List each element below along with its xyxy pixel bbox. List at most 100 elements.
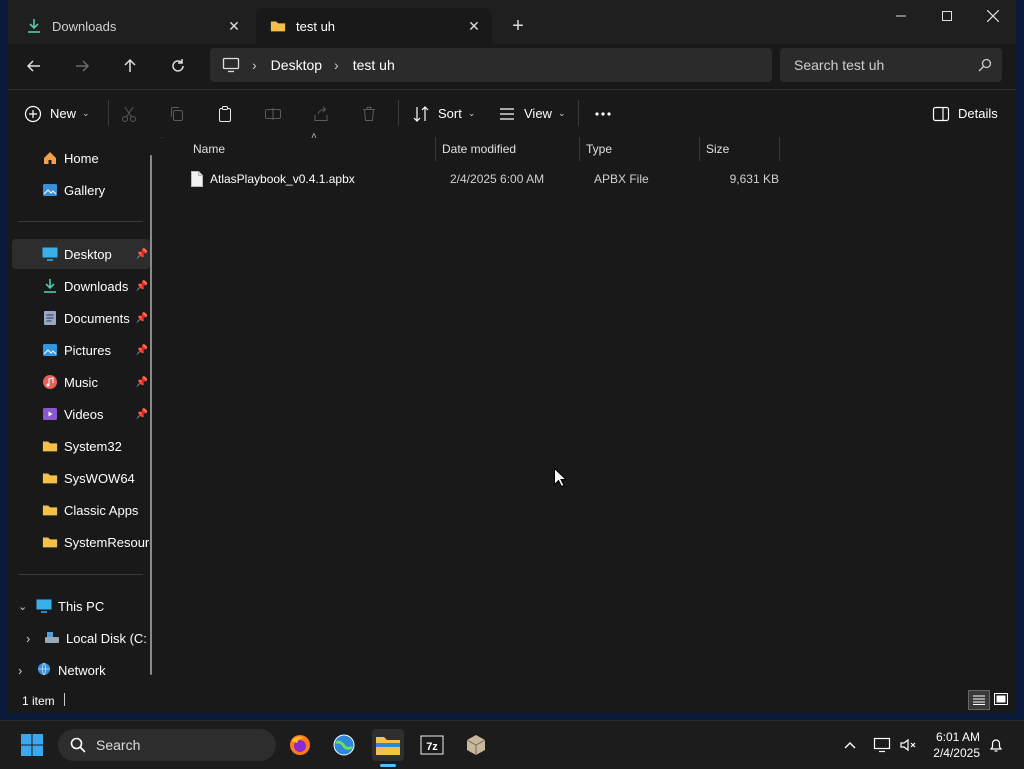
column-header-type[interactable]: Type [586,137,612,161]
search-input[interactable]: Search test uh [794,57,978,73]
sidebar-item-network[interactable]: › Network [12,655,150,685]
breadcrumb-test-uh[interactable]: test uh [353,57,395,73]
column-header-size[interactable]: Size [706,137,729,161]
file-explorer-window: Downloads ✕ test uh ✕ + › Desktop › test… [8,0,1016,713]
sidebar-item-local-disk[interactable]: › Local Disk (C: [12,623,150,653]
column-divider[interactable] [435,137,436,161]
7zip-icon[interactable]: 7z [416,729,448,761]
status-divider [64,693,65,706]
search-box[interactable]: Search test uh [780,48,1002,82]
sidebar-item-downloads[interactable]: Downloads 📌 [12,271,150,301]
notification-bell-icon[interactable] [982,729,1010,761]
browser-globe-icon[interactable] [328,729,360,761]
search-icon [978,58,992,72]
table-row[interactable]: AtlasPlaybook_v0.4.1.apbx 2/4/2025 6:00 … [181,167,781,191]
rename-button[interactable] [264,90,282,137]
new-button[interactable]: New ⌄ [24,90,90,137]
sort-label: Sort [438,106,462,121]
rename-icon [264,105,282,123]
view-label: View [524,106,552,121]
sidebar-item-documents[interactable]: Documents 📌 [12,303,150,333]
view-button[interactable]: View ⌄ [498,90,566,137]
volume-muted-icon[interactable] [894,729,922,761]
start-button[interactable] [16,729,48,761]
package-box-icon[interactable] [460,729,492,761]
search-icon [70,737,86,753]
sidebar-item-home[interactable]: Home [12,143,150,173]
gallery-icon [42,182,58,198]
refresh-button[interactable] [162,50,194,82]
delete-button[interactable] [360,90,378,137]
pin-icon: 📌 [135,344,148,356]
navigation-bar: › Desktop › test uh Search test uh [8,44,1016,88]
close-icon[interactable]: ✕ [460,12,488,40]
tab-test-uh[interactable]: test uh ✕ [256,8,492,44]
videos-icon [42,406,58,422]
sidebar-item-videos[interactable]: Videos 📌 [12,399,150,429]
sidebar-item-desktop[interactable]: Desktop 📌 [12,239,150,269]
network-status-icon[interactable] [868,729,896,761]
trash-icon [360,105,378,123]
sidebar-item-gallery[interactable]: Gallery [12,175,150,205]
sidebar-item-classic-apps[interactable]: Classic Apps [12,495,150,525]
maximize-button[interactable] [924,0,970,32]
column-header-date[interactable]: Date modified [442,137,516,161]
monitor-icon [222,57,240,73]
system-clock[interactable]: 6:01 AM 2/4/2025 [933,729,980,761]
file-explorer-taskbar-icon[interactable] [372,729,404,761]
chevron-right-icon: › [252,57,257,73]
close-window-button[interactable] [970,0,1016,32]
file-size: 9,631 KB [729,172,779,186]
chevron-right-icon: › [334,57,339,73]
sidebar-item-music[interactable]: Music 📌 [12,367,150,397]
scissors-icon [120,105,138,123]
column-divider[interactable] [779,137,780,161]
paste-button[interactable] [216,90,234,137]
column-divider[interactable] [699,137,700,161]
column-divider[interactable] [579,137,580,161]
file-name: AtlasPlaybook_v0.4.1.apbx [210,172,355,186]
download-icon [42,278,58,294]
forward-button[interactable] [66,50,98,82]
new-tab-button[interactable]: + [504,12,532,40]
tab-downloads[interactable]: Downloads ✕ [12,8,252,44]
firefox-icon[interactable] [284,729,316,761]
sidebar-divider [18,221,143,222]
close-icon[interactable]: ✕ [220,12,248,40]
cut-button[interactable] [120,90,138,137]
status-bar: 1 item [8,686,1016,713]
up-button[interactable] [114,50,146,82]
pin-icon: 📌 [135,408,148,420]
active-app-indicator [380,764,396,767]
back-button[interactable] [18,50,50,82]
sidebar-item-system32[interactable]: System32 [12,431,150,461]
sidebar-scrollbar[interactable] [150,155,152,675]
ellipsis-icon [594,105,612,123]
share-button[interactable] [312,90,330,137]
address-bar[interactable]: › Desktop › test uh [210,48,772,82]
download-icon [26,18,42,34]
pin-icon: 📌 [135,248,148,260]
minimize-button[interactable] [878,0,924,32]
sidebar-item-pictures[interactable]: Pictures 📌 [12,335,150,365]
clock-time: 6:01 AM [935,730,980,744]
breadcrumb-desktop[interactable]: Desktop [271,57,322,73]
sidebar-item-systemresources[interactable]: SystemResourc [12,527,150,557]
taskbar-search[interactable]: Search [58,729,276,761]
tiles-view-icon[interactable] [992,691,1010,707]
copy-button[interactable] [168,90,186,137]
svg-text:7z: 7z [426,741,438,753]
details-view-icon[interactable] [968,690,990,710]
desktop-icon [42,246,58,262]
drive-icon [44,630,60,646]
file-type: APBX File [594,172,649,186]
copy-icon [168,105,186,123]
column-header-name[interactable]: Name [193,137,225,161]
chevron-up-icon[interactable] [836,729,864,761]
more-options-button[interactable] [594,90,612,137]
sidebar-item-this-pc[interactable]: ⌄ This PC [12,591,150,621]
sort-button[interactable]: Sort ⌄ [412,90,475,137]
details-button[interactable]: Details [932,90,998,137]
sidebar-item-syswow64[interactable]: SysWOW64 [12,463,150,493]
plus-circle-icon [24,105,42,123]
